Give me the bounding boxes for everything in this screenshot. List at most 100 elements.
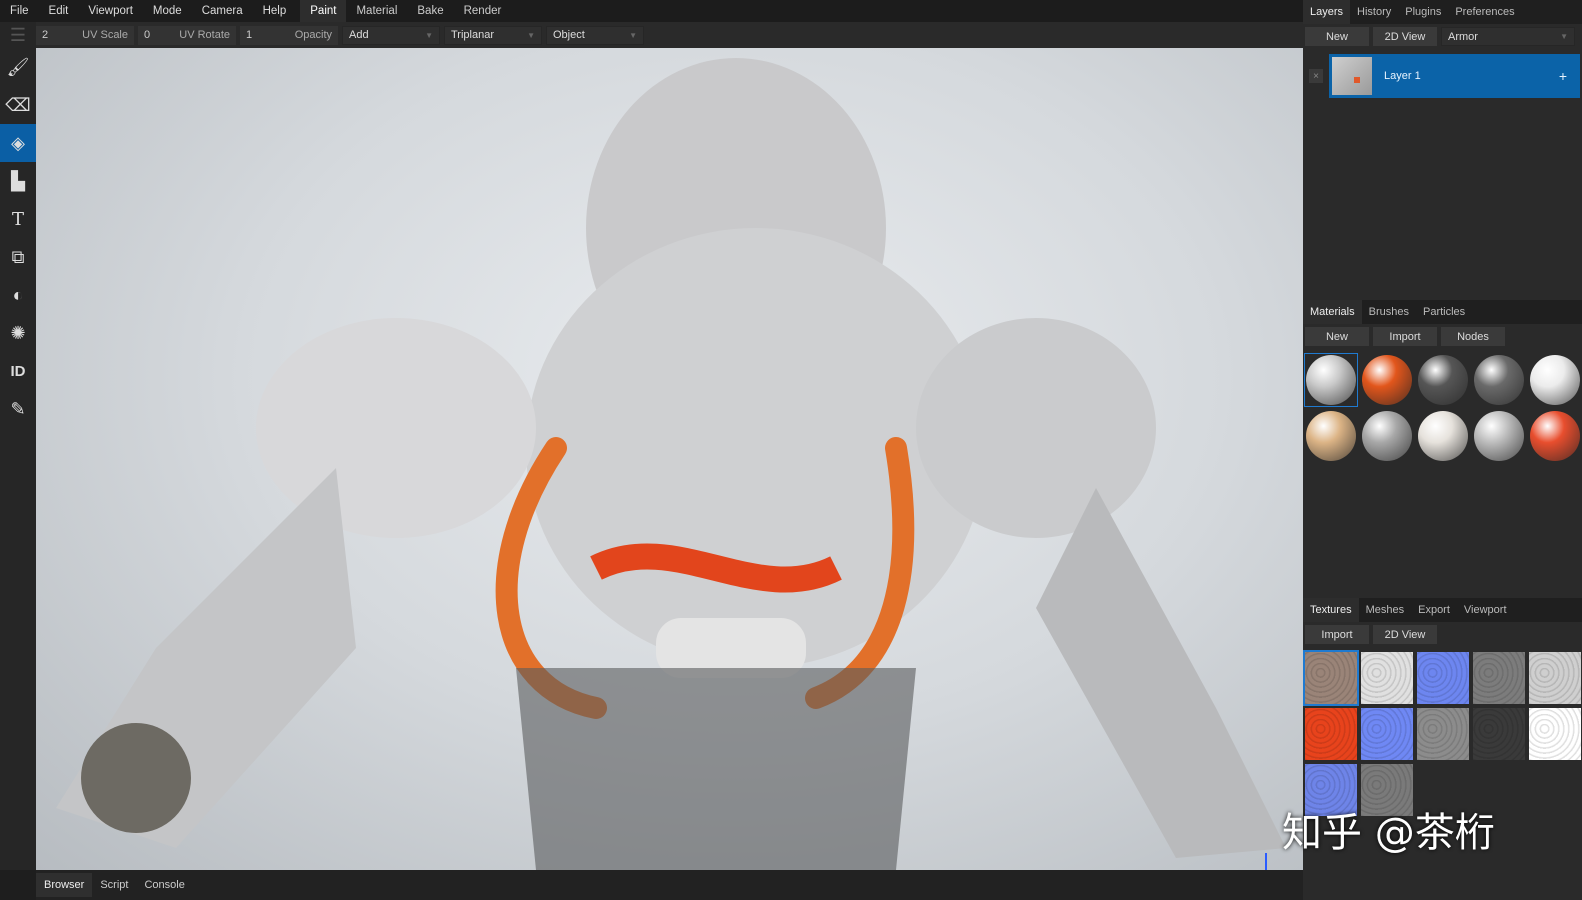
new-material-button[interactable]: New (1305, 327, 1369, 346)
right-sidebar: Layers History Plugins Preferences New 2… (1303, 0, 1582, 900)
texture-thumbnail[interactable] (1417, 708, 1469, 760)
opacity-label: Opacity (294, 29, 332, 41)
color-picker-icon: ✎ (10, 398, 26, 419)
clone-tool[interactable]: ⧉ (0, 238, 36, 276)
fill-tool[interactable]: ◈ (0, 124, 36, 162)
new-layer-button[interactable]: New (1305, 27, 1369, 46)
blend-mode-value: Add (349, 29, 369, 41)
tab-textures[interactable]: Textures (1303, 598, 1359, 622)
material-sphere (1530, 355, 1580, 405)
material-slot[interactable] (1529, 410, 1581, 462)
toolbar-handle-icon[interactable]: ☰ (0, 22, 36, 48)
tab-viewport[interactable]: Viewport (1457, 598, 1514, 622)
texture-thumbnail[interactable] (1529, 708, 1581, 760)
tab-brushes[interactable]: Brushes (1362, 300, 1416, 324)
texture-thumbnail[interactable] (1361, 652, 1413, 704)
material-slot[interactable] (1417, 354, 1469, 406)
decal-icon: ▙ (11, 170, 25, 191)
tab-meshes[interactable]: Meshes (1359, 598, 1412, 622)
eraser-tool[interactable]: ⌫ (0, 86, 36, 124)
fill-icon: ◈ (11, 132, 25, 153)
texture-thumbnail[interactable] (1417, 652, 1469, 704)
add-icon[interactable]: + (1559, 68, 1567, 84)
uv-scale-slider[interactable]: 2 UV Scale (36, 25, 134, 45)
blur-icon: ◐ (12, 284, 24, 305)
texture-thumbnail[interactable] (1361, 708, 1413, 760)
2d-view-button[interactable]: 2D View (1373, 27, 1437, 46)
menu-camera[interactable]: Camera (192, 0, 253, 22)
material-sphere (1306, 355, 1356, 405)
eraser-icon: ⌫ (5, 94, 31, 115)
tab-plugins[interactable]: Plugins (1398, 0, 1448, 24)
workspace-paint[interactable]: Paint (300, 0, 347, 22)
id-picker-icon: ID (10, 362, 26, 380)
texture-thumbnail[interactable] (1305, 708, 1357, 760)
text-icon: T (11, 208, 24, 230)
import-texture-button[interactable]: Import (1305, 625, 1369, 644)
delete-layer-icon[interactable]: × (1309, 69, 1323, 83)
texture-thumbnail[interactable] (1473, 708, 1525, 760)
texture-thumbnail[interactable] (1473, 652, 1525, 704)
material-slot[interactable] (1529, 354, 1581, 406)
import-material-button[interactable]: Import (1373, 327, 1437, 346)
tab-script[interactable]: Script (92, 873, 136, 897)
texture-thumbnail[interactable] (1529, 652, 1581, 704)
material-slot[interactable] (1361, 354, 1413, 406)
brush-tool[interactable]: 🖌 (0, 48, 36, 86)
object-select[interactable]: Armor ▼ (1441, 27, 1575, 46)
blur-tool[interactable]: ◐ (0, 276, 36, 314)
texture-thumbnail[interactable] (1303, 650, 1359, 706)
particle-icon: ✺ (10, 322, 26, 343)
color-picker-tool[interactable]: ✎ (0, 390, 36, 428)
menu-file[interactable]: File (0, 0, 39, 22)
material-slot[interactable] (1473, 354, 1525, 406)
menu-viewport[interactable]: Viewport (78, 0, 143, 22)
mapping-select[interactable]: Triplanar ▼ (444, 25, 542, 45)
uv-scale-label: UV Scale (82, 29, 128, 41)
tab-layers[interactable]: Layers (1303, 0, 1351, 24)
tab-history[interactable]: History (1350, 0, 1398, 24)
tab-browser[interactable]: Browser (36, 873, 93, 897)
opacity-slider[interactable]: 1 Opacity (240, 25, 338, 45)
particle-tool[interactable]: ✺ (0, 314, 36, 352)
material-sphere (1474, 355, 1524, 405)
material-slot[interactable] (1473, 410, 1525, 462)
uv-rotate-label: UV Rotate (179, 29, 230, 41)
nodes-button[interactable]: Nodes (1441, 327, 1505, 346)
fill-target-value: Object (553, 29, 585, 41)
workspace-bake[interactable]: Bake (407, 0, 453, 22)
material-slot[interactable] (1305, 410, 1357, 462)
3d-viewport[interactable] (36, 48, 1303, 870)
uv-rotate-slider[interactable]: 0 UV Rotate (138, 25, 236, 45)
tab-preferences[interactable]: Preferences (1448, 0, 1521, 24)
material-sphere (1474, 411, 1524, 461)
workspace-render[interactable]: Render (454, 0, 512, 22)
menu-help[interactable]: Help (253, 0, 297, 22)
text-tool[interactable]: T (0, 200, 36, 238)
material-slot[interactable] (1417, 410, 1469, 462)
material-slot[interactable] (1304, 353, 1358, 407)
layers-panel: Layers History Plugins Preferences New 2… (1303, 0, 1582, 300)
tab-console[interactable]: Console (136, 873, 192, 897)
blend-mode-select[interactable]: Add ▼ (342, 25, 440, 45)
materials-panel: Materials Brushes Particles New Import N… (1303, 300, 1582, 598)
textures-grid (1303, 648, 1582, 820)
material-sphere (1306, 411, 1356, 461)
tab-export[interactable]: Export (1411, 598, 1457, 622)
uv-rotate-value: 0 (144, 29, 151, 41)
material-slot[interactable] (1361, 410, 1413, 462)
workspace-material[interactable]: Material (346, 0, 407, 22)
menu-mode[interactable]: Mode (143, 0, 192, 22)
menu-edit[interactable]: Edit (39, 0, 79, 22)
texture-2d-view-button[interactable]: 2D View (1373, 625, 1437, 644)
fill-target-select[interactable]: Object ▼ (546, 25, 644, 45)
tab-materials[interactable]: Materials (1303, 300, 1362, 324)
decal-tool[interactable]: ▙ (0, 162, 36, 200)
textures-panel: Textures Meshes Export Viewport Import 2… (1303, 598, 1582, 820)
clone-icon: ⧉ (11, 246, 25, 267)
tab-particles[interactable]: Particles (1416, 300, 1472, 324)
id-picker-tool[interactable]: ID (0, 352, 36, 390)
mapping-value: Triplanar (451, 29, 494, 41)
opacity-value: 1 (246, 29, 253, 41)
layer-item[interactable]: × Layer 1 + (1303, 54, 1582, 98)
